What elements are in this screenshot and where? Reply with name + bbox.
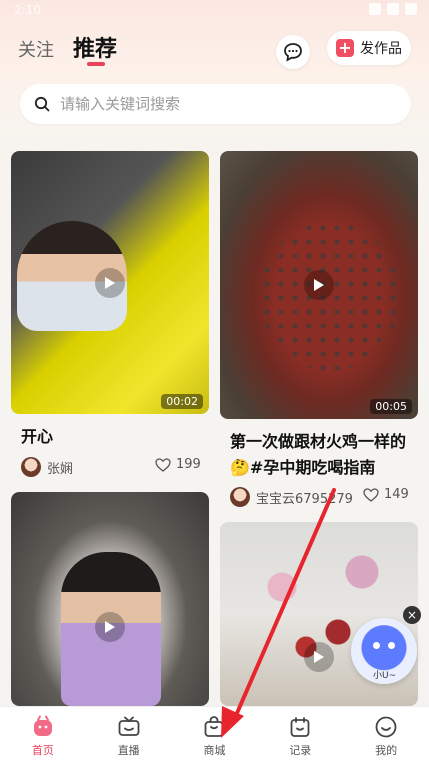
- avatar: [21, 457, 41, 477]
- like-count-value: 149: [384, 487, 409, 502]
- nav-mall[interactable]: 商城: [172, 707, 258, 765]
- bot-label: 小U~: [373, 671, 397, 681]
- card-title: 第一次做跟材火鸡一样的🤔#孕中期吃喝指南: [230, 432, 407, 477]
- home-icon: [33, 715, 52, 736]
- feed-card[interactable]: [11, 492, 209, 706]
- video-thumbnail[interactable]: [11, 492, 209, 706]
- search-input[interactable]: [58, 94, 382, 114]
- message-button[interactable]: [276, 35, 310, 69]
- plus-icon: +: [336, 39, 354, 57]
- tab-recommend[interactable]: 推荐: [73, 31, 117, 63]
- video-duration: 00:05: [370, 399, 412, 414]
- nav-record[interactable]: 记录: [257, 707, 343, 765]
- status-icons: [369, 3, 417, 15]
- nav-mine-label: 我的: [375, 743, 398, 757]
- heart-icon: [155, 457, 171, 472]
- nav-live[interactable]: 直播: [86, 707, 172, 765]
- play-icon: [304, 270, 334, 300]
- tab-active-indicator: [87, 62, 105, 66]
- bot-face-icon: [373, 642, 395, 650]
- feed-card[interactable]: 00:05 第一次做跟材火鸡一样的🤔#孕中期吃喝指南 宝宝云6795279 14…: [220, 151, 418, 511]
- video-duration: 00:02: [161, 394, 203, 409]
- smile-icon: [375, 716, 397, 737]
- like-count[interactable]: 199: [155, 457, 201, 472]
- video-thumbnail[interactable]: 00:02: [11, 151, 209, 414]
- heart-icon: [363, 487, 379, 502]
- author-name: 宝宝云6795279: [256, 491, 353, 507]
- card-title: 开心: [21, 427, 54, 446]
- nav-mall-label: 商城: [203, 743, 226, 757]
- avatar: [230, 487, 250, 507]
- status-bar: 2:10: [0, 0, 429, 22]
- bottom-nav: 首页 直播 商城 记录 我的: [0, 706, 429, 765]
- like-count[interactable]: 149: [363, 487, 409, 502]
- play-icon: [304, 642, 334, 672]
- shopping-bag-icon: [205, 715, 224, 737]
- live-tv-icon: [118, 716, 140, 736]
- nav-mine[interactable]: 我的: [343, 707, 429, 765]
- author-name: 张娴: [47, 461, 74, 477]
- search-icon: [34, 96, 50, 112]
- status-time: 2:10: [14, 3, 41, 17]
- tab-follow[interactable]: 关注: [18, 36, 54, 62]
- nav-home[interactable]: 首页: [0, 707, 86, 765]
- video-thumbnail[interactable]: 00:05: [220, 151, 418, 419]
- chat-bubble-icon: [284, 43, 302, 62]
- search-bar[interactable]: [20, 84, 411, 124]
- post-work-label: 发作品: [360, 41, 402, 57]
- food-texture: [260, 221, 400, 371]
- play-icon: [95, 612, 125, 642]
- close-icon[interactable]: ×: [403, 606, 421, 624]
- nav-home-label: 首页: [31, 743, 54, 757]
- calendar-icon: [290, 716, 310, 737]
- author[interactable]: 宝宝云6795279: [230, 487, 353, 507]
- post-work-button[interactable]: + 发作品: [327, 31, 411, 65]
- nav-record-label: 记录: [289, 743, 312, 757]
- feed-card[interactable]: 00:02 开心 张娴 199: [11, 151, 209, 481]
- like-count-value: 199: [176, 457, 201, 472]
- header: 关注 推荐 + 发作品: [0, 22, 429, 74]
- nav-live-label: 直播: [117, 743, 140, 757]
- play-icon: [95, 268, 125, 298]
- author[interactable]: 张娴: [21, 457, 73, 477]
- assistant-bot-button[interactable]: 小U~: [351, 618, 417, 684]
